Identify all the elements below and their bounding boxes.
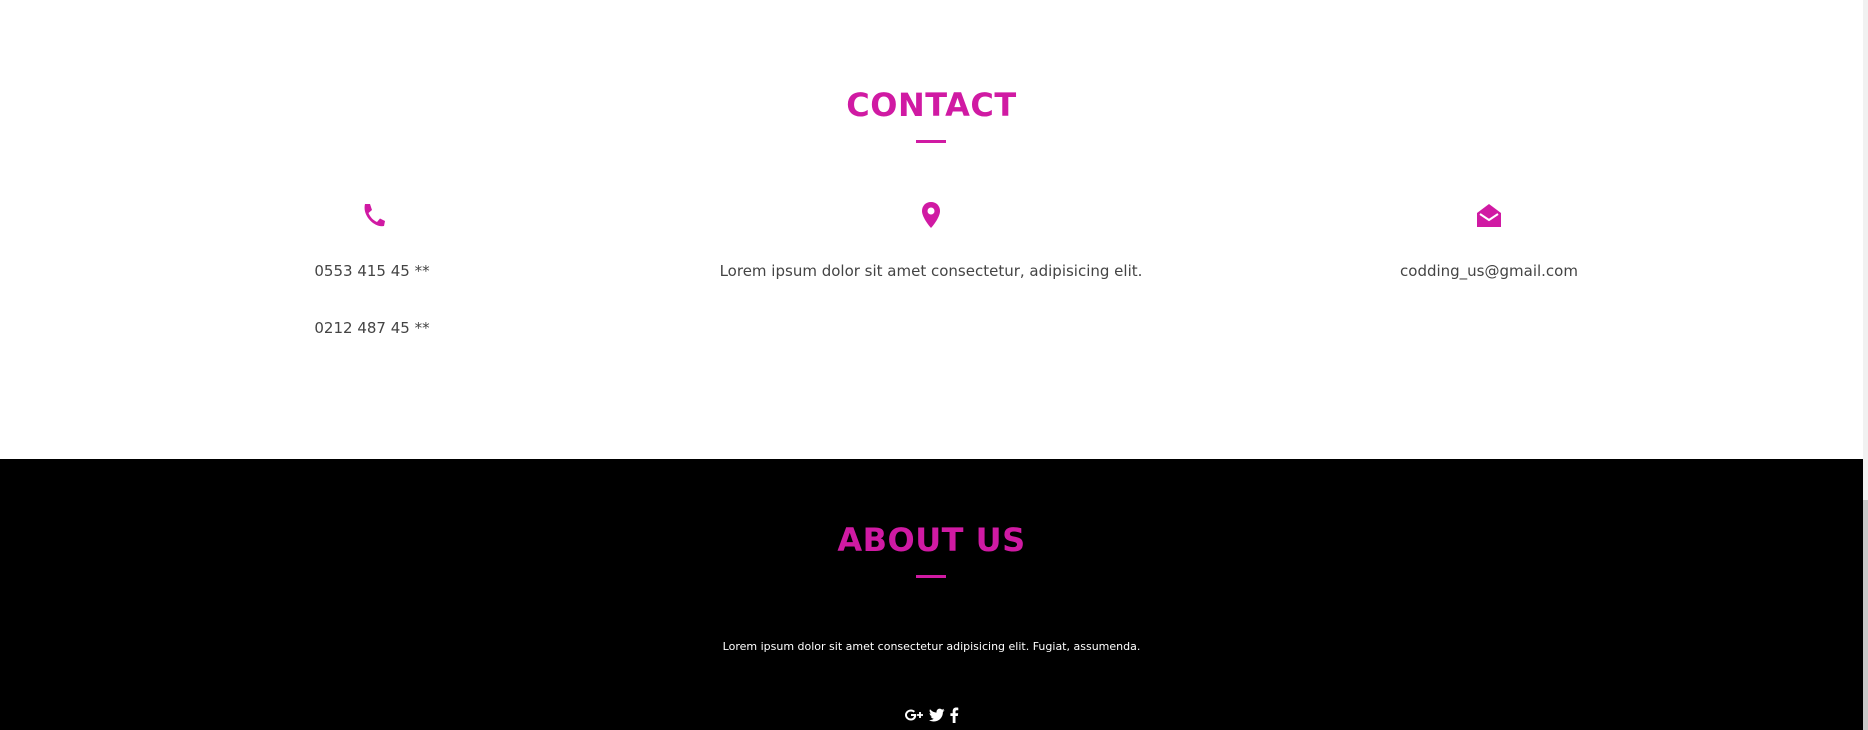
contact-title-underline <box>916 140 946 143</box>
about-title-underline <box>916 575 946 578</box>
email-link[interactable]: codding_us@gmail.com <box>1209 262 1769 280</box>
scrollbar-thumb[interactable] <box>1863 500 1868 730</box>
twitter-icon[interactable] <box>928 708 945 722</box>
page: CONTACT 0553 415 45 ** 0212 487 45 ** Lo… <box>0 0 1868 730</box>
envelope-open-icon <box>1477 204 1501 227</box>
phone-number-1[interactable]: 0553 415 45 ** <box>92 262 652 280</box>
about-text: Lorem ipsum dolor sit amet consectetur a… <box>722 640 1141 653</box>
phone-number-2[interactable]: 0212 487 45 ** <box>92 319 652 337</box>
about-section: ABOUT US Lorem ipsum dolor sit amet cons… <box>0 459 1863 730</box>
contact-address-column: Lorem ipsum dolor sit amet consectetur, … <box>651 198 1211 280</box>
contact-section: CONTACT 0553 415 45 ** 0212 487 45 ** Lo… <box>0 0 1863 459</box>
contact-phone-column: 0553 415 45 ** 0212 487 45 ** <box>92 198 652 337</box>
google-plus-icon[interactable] <box>904 708 925 722</box>
social-links <box>0 707 1863 723</box>
phone-icon <box>364 204 385 227</box>
map-marker-icon <box>922 202 940 228</box>
facebook-icon[interactable] <box>949 707 959 723</box>
about-title: ABOUT US <box>837 521 1026 559</box>
contact-title: CONTACT <box>846 86 1017 124</box>
contact-email-column: codding_us@gmail.com <box>1209 198 1769 280</box>
address-text: Lorem ipsum dolor sit amet consectetur, … <box>719 262 1143 280</box>
